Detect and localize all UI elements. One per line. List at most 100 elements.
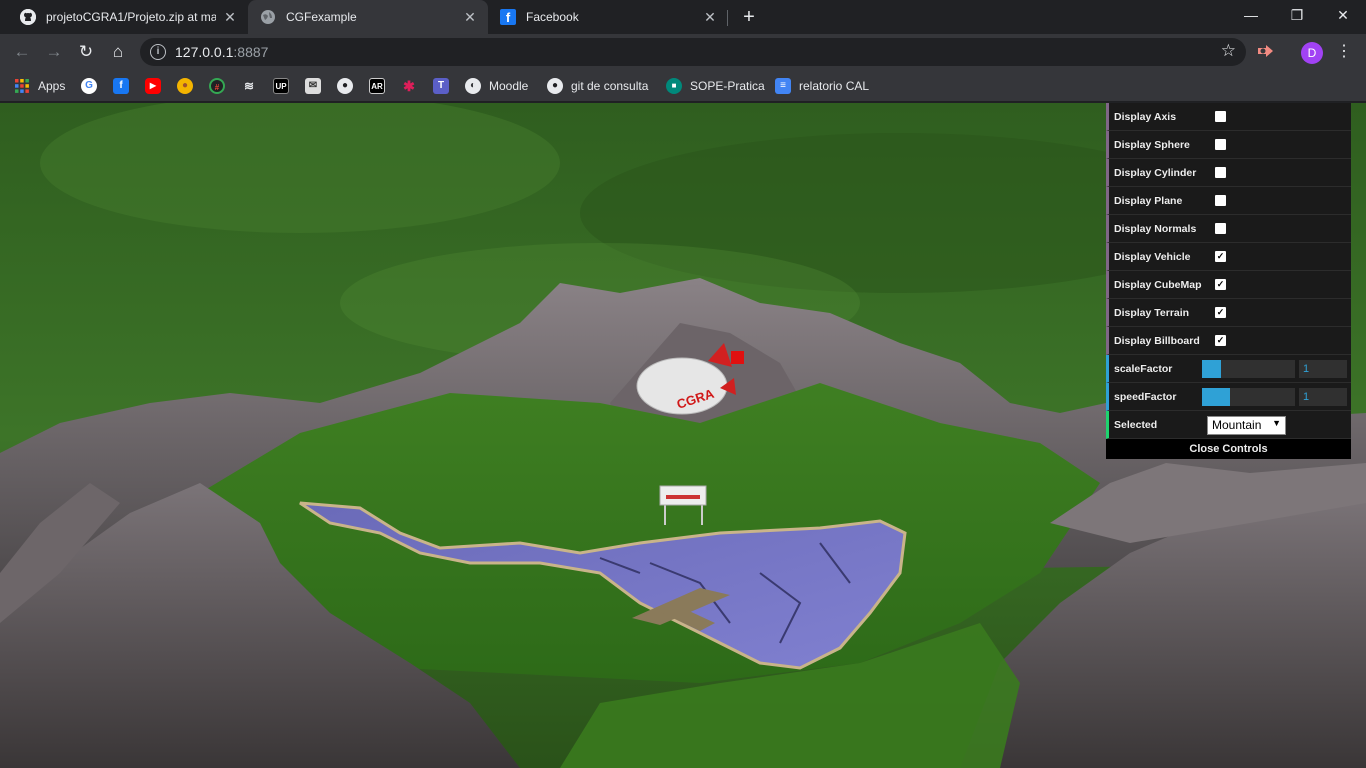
display-vehicle-checkbox[interactable]: ✓ <box>1215 251 1226 262</box>
chrome-extension-icon: ● <box>177 78 193 94</box>
youtube-icon: ▶ <box>145 78 161 94</box>
back-button[interactable]: ← <box>8 38 36 66</box>
browser-toolbar: ← → ↻ ⌂ i 127.0.0.1:8887 ☆ <box>0 34 1366 70</box>
info-icon[interactable]: i <box>150 44 166 60</box>
extension-icon[interactable] <box>1256 41 1276 61</box>
bookmark-11[interactable]: AR <box>369 76 385 96</box>
close-controls-button[interactable]: Close Controls <box>1106 439 1351 459</box>
display-plane-checkbox[interactable] <box>1215 195 1226 206</box>
control-label: Display Terrain <box>1114 307 1190 319</box>
bookmark-icon-5: # <box>209 78 225 94</box>
display-cylinder-checkbox[interactable] <box>1215 167 1226 178</box>
tab-separator <box>727 10 728 26</box>
display-billboard-control[interactable]: Display Billboard ✓ <box>1106 327 1351 355</box>
bookmark-relatorio-cal[interactable]: ≡ relatorio CAL <box>775 76 869 96</box>
new-tab-button[interactable]: + <box>737 5 761 29</box>
display-axis-checkbox[interactable] <box>1215 111 1226 122</box>
display-cubemap-control[interactable]: Display CubeMap ✓ <box>1106 271 1351 299</box>
bookmark-label: git de consulta <box>571 79 649 93</box>
home-icon[interactable]: ⌂ <box>104 38 132 66</box>
display-normals-control[interactable]: Display Normals <box>1106 215 1351 243</box>
close-window-button[interactable]: ✕ <box>1320 0 1366 30</box>
display-terrain-control[interactable]: Display Terrain ✓ <box>1106 299 1351 327</box>
forward-button[interactable]: → <box>40 38 68 66</box>
bookmark-sope-pratica[interactable]: ■ SOPE-Pratica <box>666 76 765 96</box>
tab-facebook[interactable]: f Facebook ✕ <box>488 0 728 34</box>
profile-avatar[interactable]: D <box>1301 42 1323 64</box>
bookmark-8[interactable]: UP <box>273 76 289 96</box>
display-cubemap-checkbox[interactable]: ✓ <box>1215 279 1226 290</box>
control-label: Display CubeMap <box>1114 279 1202 291</box>
mail-icon: ✉ <box>305 78 321 94</box>
control-label: Selected <box>1114 419 1158 431</box>
bookmark-google[interactable]: G <box>81 76 97 96</box>
scale-factor-input[interactable]: 1 <box>1299 360 1347 378</box>
bookmark-apps[interactable]: Apps <box>14 76 65 96</box>
control-label: Display Plane <box>1114 195 1183 207</box>
github-icon: ● <box>547 78 563 94</box>
speed-factor-input[interactable]: 1 <box>1299 388 1347 406</box>
meet-icon: ■ <box>666 78 682 94</box>
control-label: speedFactor <box>1114 391 1177 403</box>
display-terrain-checkbox[interactable]: ✓ <box>1215 307 1226 318</box>
bookmark-label: Apps <box>38 79 66 93</box>
facebook-icon: f <box>500 9 516 25</box>
tab-github[interactable]: projetoCGRA1/Projeto.zip at mas ✕ <box>8 0 248 34</box>
controls-panel: Display Axis Display Sphere Display Cyli… <box>1106 103 1351 459</box>
github-icon: ● <box>337 78 353 94</box>
speed-factor-control: speedFactor 1 <box>1106 383 1351 411</box>
menu-icon[interactable]: ⋮ <box>1336 40 1352 64</box>
slider-fill <box>1202 388 1230 406</box>
selected-dropdown[interactable]: Mountain ▼ <box>1207 416 1286 435</box>
bookmark-label: relatorio CAL <box>799 79 870 93</box>
control-label: scaleFactor <box>1114 363 1173 375</box>
bookmark-label: SOPE-Pratica <box>690 79 765 93</box>
tab-title: Facebook <box>526 10 579 24</box>
globe-icon <box>260 9 276 25</box>
scale-factor-slider[interactable] <box>1202 360 1295 378</box>
display-axis-control[interactable]: Display Axis <box>1106 103 1351 131</box>
scale-factor-control: scaleFactor 1 <box>1106 355 1351 383</box>
bookmark-6[interactable]: # <box>209 76 225 96</box>
bookmark-star-icon[interactable]: ☆ <box>1221 41 1236 61</box>
display-cylinder-control[interactable]: Display Cylinder <box>1106 159 1351 187</box>
tab-title: projetoCGRA1/Projeto.zip at mas <box>46 10 216 24</box>
minimize-button[interactable]: — <box>1228 0 1274 30</box>
tab-cgfexample[interactable]: CGFexample ✕ <box>248 0 488 34</box>
reload-button[interactable]: ↻ <box>72 38 100 66</box>
display-sphere-checkbox[interactable] <box>1215 139 1226 150</box>
bookmark-7[interactable]: ≋ <box>241 76 257 96</box>
bookmark-moodle[interactable]: ◐ Moodle <box>465 76 528 96</box>
github-icon <box>20 9 36 25</box>
bookmark-youtube[interactable]: ▶ <box>145 76 161 96</box>
display-normals-checkbox[interactable] <box>1215 223 1226 234</box>
tab-title: CGFexample <box>286 10 357 24</box>
control-label: Display Cylinder <box>1114 167 1197 179</box>
docs-icon: ≡ <box>775 78 791 94</box>
bookmark-facebook[interactable]: f <box>113 76 129 96</box>
display-vehicle-control[interactable]: Display Vehicle ✓ <box>1106 243 1351 271</box>
close-icon[interactable]: ✕ <box>702 9 718 25</box>
apps-grid-icon <box>14 78 30 94</box>
teams-icon: T <box>433 78 449 94</box>
bookmark-5[interactable]: ● <box>177 76 193 96</box>
bookmark-10[interactable]: ● <box>337 76 353 96</box>
display-plane-control[interactable]: Display Plane <box>1106 187 1351 215</box>
bookmark-13[interactable]: T <box>433 76 449 96</box>
close-icon[interactable]: ✕ <box>462 9 478 25</box>
maximize-button[interactable]: ❐ <box>1274 0 1320 30</box>
bookmark-icon-6: ≋ <box>243 79 255 93</box>
bookmark-git-de-consulta[interactable]: ● git de consulta <box>547 76 648 96</box>
bookmark-9[interactable]: ✉ <box>305 76 321 96</box>
display-sphere-control[interactable]: Display Sphere <box>1106 131 1351 159</box>
bookmarks-bar: Apps G f ▶ ● # ≋ UP ✉ ● AR ✱ T ◐ Moodle … <box>0 70 1366 102</box>
selected-value: Mountain <box>1212 418 1262 432</box>
bookmark-12[interactable]: ✱ <box>401 76 417 96</box>
close-icon[interactable]: ✕ <box>222 9 238 25</box>
address-bar[interactable]: i 127.0.0.1:8887 ☆ <box>140 38 1246 66</box>
slack-icon: ✱ <box>403 78 415 94</box>
url-text: 127.0.0.1:8887 <box>175 44 269 60</box>
speed-factor-slider[interactable] <box>1202 388 1295 406</box>
control-label: Display Vehicle <box>1114 251 1191 263</box>
display-billboard-checkbox[interactable]: ✓ <box>1215 335 1226 346</box>
